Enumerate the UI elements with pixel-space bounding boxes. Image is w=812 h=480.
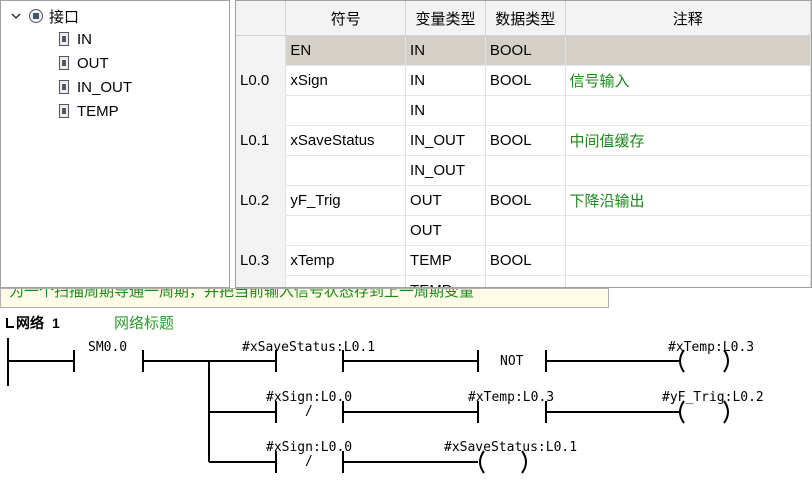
cell-address bbox=[236, 95, 287, 126]
variable-icon bbox=[59, 80, 69, 94]
label-rung2-nc-mark: / bbox=[305, 404, 313, 419]
cell-comment[interactable] bbox=[565, 215, 811, 246]
cell-symbol[interactable]: xSaveStatus bbox=[285, 125, 407, 156]
table-row[interactable]: EN IN BOOL bbox=[236, 35, 811, 66]
variable-icon bbox=[59, 32, 69, 46]
tree-item-out[interactable]: OUT bbox=[59, 52, 109, 74]
cell-var-type[interactable]: IN bbox=[405, 35, 486, 66]
tree-root[interactable]: 接口 bbox=[9, 5, 79, 27]
cell-data-type[interactable] bbox=[485, 155, 566, 186]
cell-symbol[interactable] bbox=[285, 95, 407, 126]
cell-comment[interactable]: 信号输入 bbox=[565, 65, 811, 96]
table-row[interactable]: OUT bbox=[236, 215, 811, 246]
tree-item-in-out[interactable]: IN_OUT bbox=[59, 76, 132, 98]
cell-address: L0.2 bbox=[236, 185, 287, 216]
cell-address: L0.0 bbox=[236, 65, 287, 96]
cell-data-type[interactable]: BOOL bbox=[485, 35, 566, 66]
cell-symbol[interactable] bbox=[285, 215, 407, 246]
cell-var-type[interactable]: OUT bbox=[405, 185, 486, 216]
cell-address: L0.1 bbox=[236, 125, 287, 156]
network-number: 1 bbox=[52, 315, 60, 331]
header-comment[interactable]: 注释 bbox=[565, 1, 811, 36]
cell-data-type[interactable]: BOOL bbox=[485, 125, 566, 156]
cell-symbol[interactable]: EN bbox=[285, 35, 407, 66]
program-comment-text: 为一个扫描周期导通一周期，并把当前输入信号状态存到上一周期变量 bbox=[9, 288, 475, 300]
cell-comment[interactable] bbox=[565, 95, 811, 126]
cell-var-type[interactable]: IN bbox=[405, 95, 486, 126]
label-sm0-0: SM0.0 bbox=[88, 340, 128, 355]
tree-item-temp[interactable]: TEMP bbox=[59, 100, 119, 122]
cell-data-type[interactable]: BOOL bbox=[485, 185, 566, 216]
table-row[interactable]: L0.2 yF_Trig OUT BOOL 下降沿输出 bbox=[236, 185, 811, 216]
table-row[interactable]: L0.0 xSign IN BOOL 信号输入 bbox=[236, 65, 811, 96]
table-row[interactable]: TEMP bbox=[236, 275, 811, 287]
cell-data-type[interactable] bbox=[485, 95, 566, 126]
table-row[interactable]: L0.1 xSaveStatus IN_OUT BOOL 中间值缓存 bbox=[236, 125, 811, 156]
cell-symbol[interactable] bbox=[285, 275, 407, 287]
label-rung1-contact: #xSaveStatus:L0.1 bbox=[242, 340, 376, 355]
cell-comment[interactable]: 下降沿输出 bbox=[565, 185, 811, 216]
cell-var-type[interactable]: TEMP bbox=[405, 275, 486, 287]
cell-comment[interactable] bbox=[565, 35, 811, 66]
label-not: NOT bbox=[500, 354, 524, 369]
tree-root-label: 接口 bbox=[49, 8, 80, 26]
label-rung2-contact1: #xSign:L0.0 bbox=[266, 390, 353, 405]
cell-data-type[interactable]: BOOL bbox=[485, 65, 566, 96]
variable-table-panel: 符号 变量类型 数据类型 注释 EN IN BOOL L0.0 xSign IN… bbox=[235, 0, 812, 288]
variable-icon bbox=[59, 56, 69, 70]
cell-address bbox=[236, 275, 287, 287]
tree-item-in[interactable]: IN bbox=[59, 28, 92, 50]
header-var-type[interactable]: 变量类型 bbox=[405, 1, 486, 36]
cell-comment[interactable] bbox=[565, 275, 811, 287]
header-address bbox=[236, 1, 287, 36]
program-comment-bar[interactable]: 为一个扫描周期导通一周期，并把当前输入信号状态存到上一周期变量 bbox=[0, 288, 609, 308]
cell-comment[interactable]: 中间值缓存 bbox=[565, 125, 811, 156]
cell-symbol[interactable]: xTemp bbox=[285, 245, 407, 276]
cell-data-type[interactable]: BOOL bbox=[485, 245, 566, 276]
table-row[interactable]: IN bbox=[236, 95, 811, 126]
variable-table: 符号 变量类型 数据类型 注释 EN IN BOOL L0.0 xSign IN… bbox=[236, 1, 811, 287]
cell-var-type[interactable]: IN bbox=[405, 65, 486, 96]
header-symbol[interactable]: 符号 bbox=[285, 1, 407, 36]
table-row[interactable]: L0.3 xTemp TEMP BOOL bbox=[236, 245, 811, 276]
cell-var-type[interactable]: IN_OUT bbox=[405, 125, 486, 156]
label-rung2-coil: #yF_Trig:L0.2 bbox=[662, 390, 764, 405]
header-data-type[interactable]: 数据类型 bbox=[485, 1, 566, 36]
cell-data-type[interactable] bbox=[485, 275, 566, 287]
cell-address bbox=[236, 215, 287, 246]
table-row[interactable]: IN_OUT bbox=[236, 155, 811, 186]
cell-var-type[interactable]: OUT bbox=[405, 215, 486, 246]
chevron-down-icon[interactable] bbox=[9, 9, 23, 23]
cell-address bbox=[236, 35, 287, 66]
label-rung3-coil: #xSaveStatus:L0.1 bbox=[444, 440, 578, 455]
cell-symbol[interactable]: xSign bbox=[285, 65, 407, 96]
tree-item-label: IN bbox=[77, 30, 92, 48]
tree-item-label: TEMP bbox=[77, 102, 119, 120]
cell-comment[interactable] bbox=[565, 245, 811, 276]
cell-symbol[interactable] bbox=[285, 155, 407, 186]
cell-comment[interactable] bbox=[565, 155, 811, 186]
interface-icon bbox=[29, 9, 43, 23]
cell-data-type[interactable] bbox=[485, 215, 566, 246]
cell-symbol[interactable]: yF_Trig bbox=[285, 185, 407, 216]
tree-item-label: OUT bbox=[77, 54, 109, 72]
label-rung2-contact2: #xTemp:L0.3 bbox=[468, 390, 555, 405]
cell-var-type[interactable]: TEMP bbox=[405, 245, 486, 276]
cell-var-type[interactable]: IN_OUT bbox=[405, 155, 486, 186]
label-rung3-contact: #xSign:L0.0 bbox=[266, 440, 353, 455]
cell-address: L0.3 bbox=[236, 245, 287, 276]
cell-address bbox=[236, 155, 287, 186]
collapse-icon[interactable] bbox=[6, 318, 14, 328]
label-rung1-coil: #xTemp:L0.3 bbox=[668, 340, 755, 355]
variable-icon bbox=[59, 104, 69, 118]
tree-item-label: IN_OUT bbox=[77, 78, 133, 96]
label-rung3-nc-mark: / bbox=[305, 454, 313, 469]
interface-tree: 接口 IN OUT IN_OUT TEMP bbox=[0, 0, 230, 288]
